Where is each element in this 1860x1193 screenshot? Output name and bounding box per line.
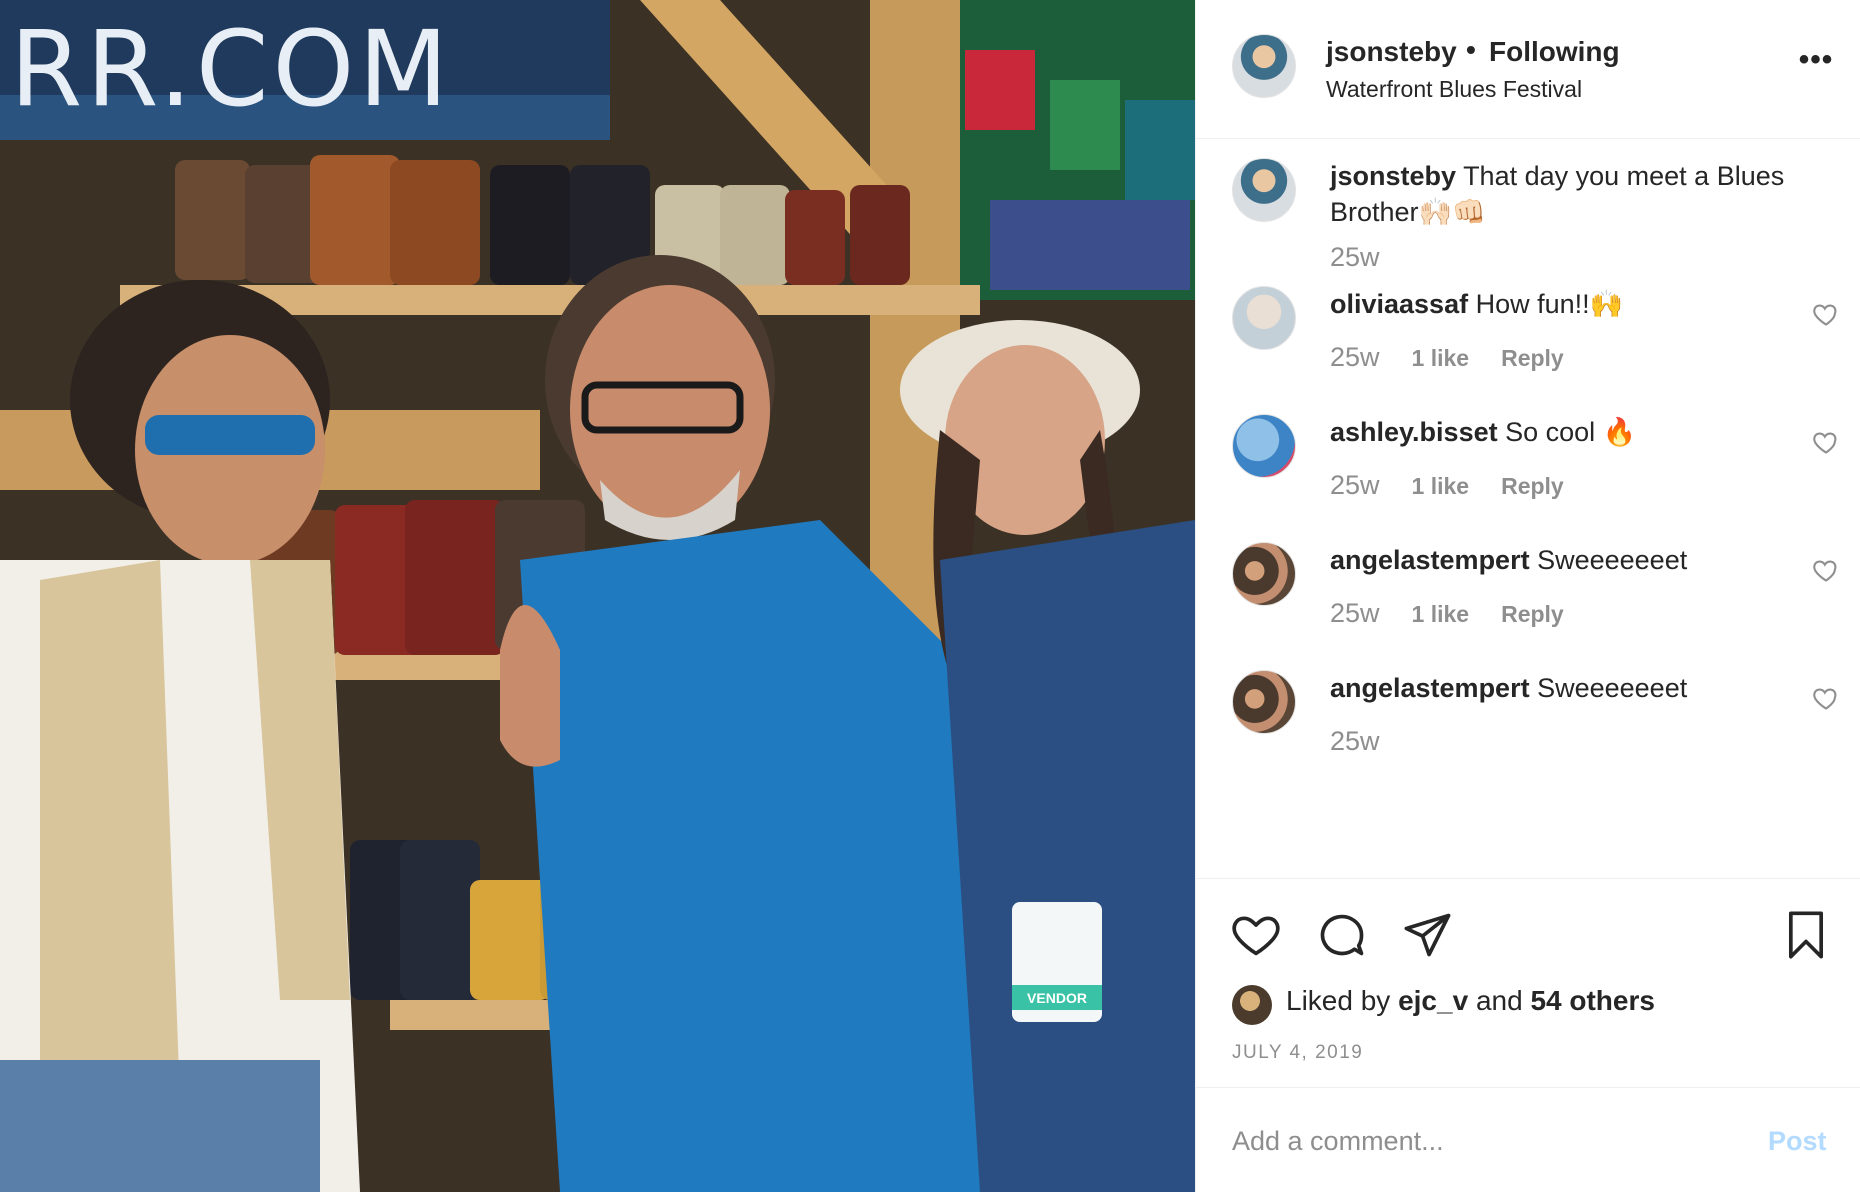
comment-likes[interactable]: 1 like: [1412, 601, 1470, 627]
comment-age[interactable]: 25w: [1330, 598, 1380, 628]
commenter-avatar[interactable]: [1232, 670, 1296, 734]
reply-button[interactable]: Reply: [1501, 473, 1564, 499]
heart-icon[interactable]: [1812, 556, 1840, 584]
post-header: jsonsteby • Following Waterfront Blues F…: [1196, 0, 1860, 139]
post-actions: Liked by ejc_v and 54 others July 4, 201…: [1196, 878, 1860, 1089]
comment-body: Sweeeeeeet: [1537, 673, 1688, 703]
heart-icon[interactable]: [1812, 300, 1840, 328]
caption-meta: 25w: [1330, 242, 1380, 273]
caption-username[interactable]: jsonsteby: [1330, 161, 1456, 191]
comment-text: oliviaassaf How fun!!🙌: [1330, 286, 1820, 322]
commenter-avatar[interactable]: [1232, 414, 1296, 478]
vendor-badge-text: VENDOR: [1027, 990, 1087, 1006]
post-photo[interactable]: RR.COM VENDOR: [0, 0, 1195, 1192]
reply-button[interactable]: Reply: [1501, 345, 1564, 371]
heart-icon[interactable]: [1812, 684, 1840, 712]
liked-by-prefix: Liked by: [1286, 985, 1391, 1016]
comment-age[interactable]: 25w: [1330, 342, 1380, 372]
comment-icon[interactable]: [1316, 909, 1368, 961]
photo-illustration: RR.COM VENDOR: [0, 0, 1195, 1192]
post-date[interactable]: July 4, 2019: [1232, 1042, 1363, 1064]
add-comment-bar[interactable]: Add a comment... Post: [1196, 1087, 1860, 1193]
comment-body: How fun!!🙌: [1475, 289, 1624, 319]
header-separator: •: [1466, 34, 1476, 65]
comment-likes[interactable]: 1 like: [1412, 473, 1470, 499]
comment-meta: 25w: [1330, 726, 1380, 757]
comment-username[interactable]: angelastempert: [1330, 545, 1530, 575]
author-username[interactable]: jsonsteby: [1326, 36, 1457, 68]
post-comment-button[interactable]: Post: [1768, 1126, 1827, 1157]
comment-text: angelastempert Sweeeeeeet: [1330, 670, 1820, 706]
comment-username[interactable]: oliviaassaf: [1330, 289, 1468, 319]
comment-age[interactable]: 25w: [1330, 726, 1380, 756]
caption-text: jsonsteby That day you meet a Blues Brot…: [1330, 158, 1820, 230]
heart-icon[interactable]: [1230, 909, 1282, 961]
liked-by-others[interactable]: 54 others: [1530, 985, 1655, 1016]
comment-meta: 25w 1 like Reply: [1330, 598, 1564, 629]
liked-by-user[interactable]: ejc_v: [1398, 985, 1468, 1016]
comment-meta: 25w 1 like Reply: [1330, 342, 1564, 373]
likes-summary[interactable]: Liked by ejc_v and 54 others: [1286, 985, 1655, 1017]
author-avatar[interactable]: [1232, 34, 1296, 98]
share-icon[interactable]: [1402, 909, 1454, 961]
liker-avatar[interactable]: [1232, 985, 1272, 1025]
liked-by-and: and: [1475, 985, 1523, 1016]
caption-avatar[interactable]: [1232, 158, 1296, 222]
comment-body: So cool 🔥: [1505, 417, 1637, 447]
comment-meta: 25w 1 like Reply: [1330, 470, 1564, 501]
post-details-panel: jsonsteby • Following Waterfront Blues F…: [1195, 0, 1860, 1192]
comments-list[interactable]: jsonsteby That day you meet a Blues Brot…: [1196, 138, 1860, 878]
sign-text: RR.COM: [10, 8, 452, 130]
comment-input[interactable]: Add a comment...: [1232, 1126, 1444, 1157]
comment-username[interactable]: angelastempert: [1330, 673, 1530, 703]
following-button[interactable]: Following: [1489, 36, 1620, 68]
comment-age[interactable]: 25w: [1330, 470, 1380, 500]
commenter-avatar[interactable]: [1232, 286, 1296, 350]
post-location[interactable]: Waterfront Blues Festival: [1326, 76, 1582, 103]
more-horizontal-icon[interactable]: •••: [1796, 40, 1836, 80]
comment-text: angelastempert Sweeeeeeet: [1330, 542, 1820, 578]
bookmark-icon[interactable]: [1780, 909, 1832, 961]
comment-text: ashley.bisset So cool 🔥: [1330, 414, 1820, 450]
comment-username[interactable]: ashley.bisset: [1330, 417, 1498, 447]
caption-age[interactable]: 25w: [1330, 242, 1380, 272]
heart-icon[interactable]: [1812, 428, 1840, 456]
commenter-avatar[interactable]: [1232, 542, 1296, 606]
comment-body: Sweeeeeeet: [1537, 545, 1688, 575]
comment-likes[interactable]: 1 like: [1412, 345, 1470, 371]
reply-button[interactable]: Reply: [1501, 601, 1564, 627]
